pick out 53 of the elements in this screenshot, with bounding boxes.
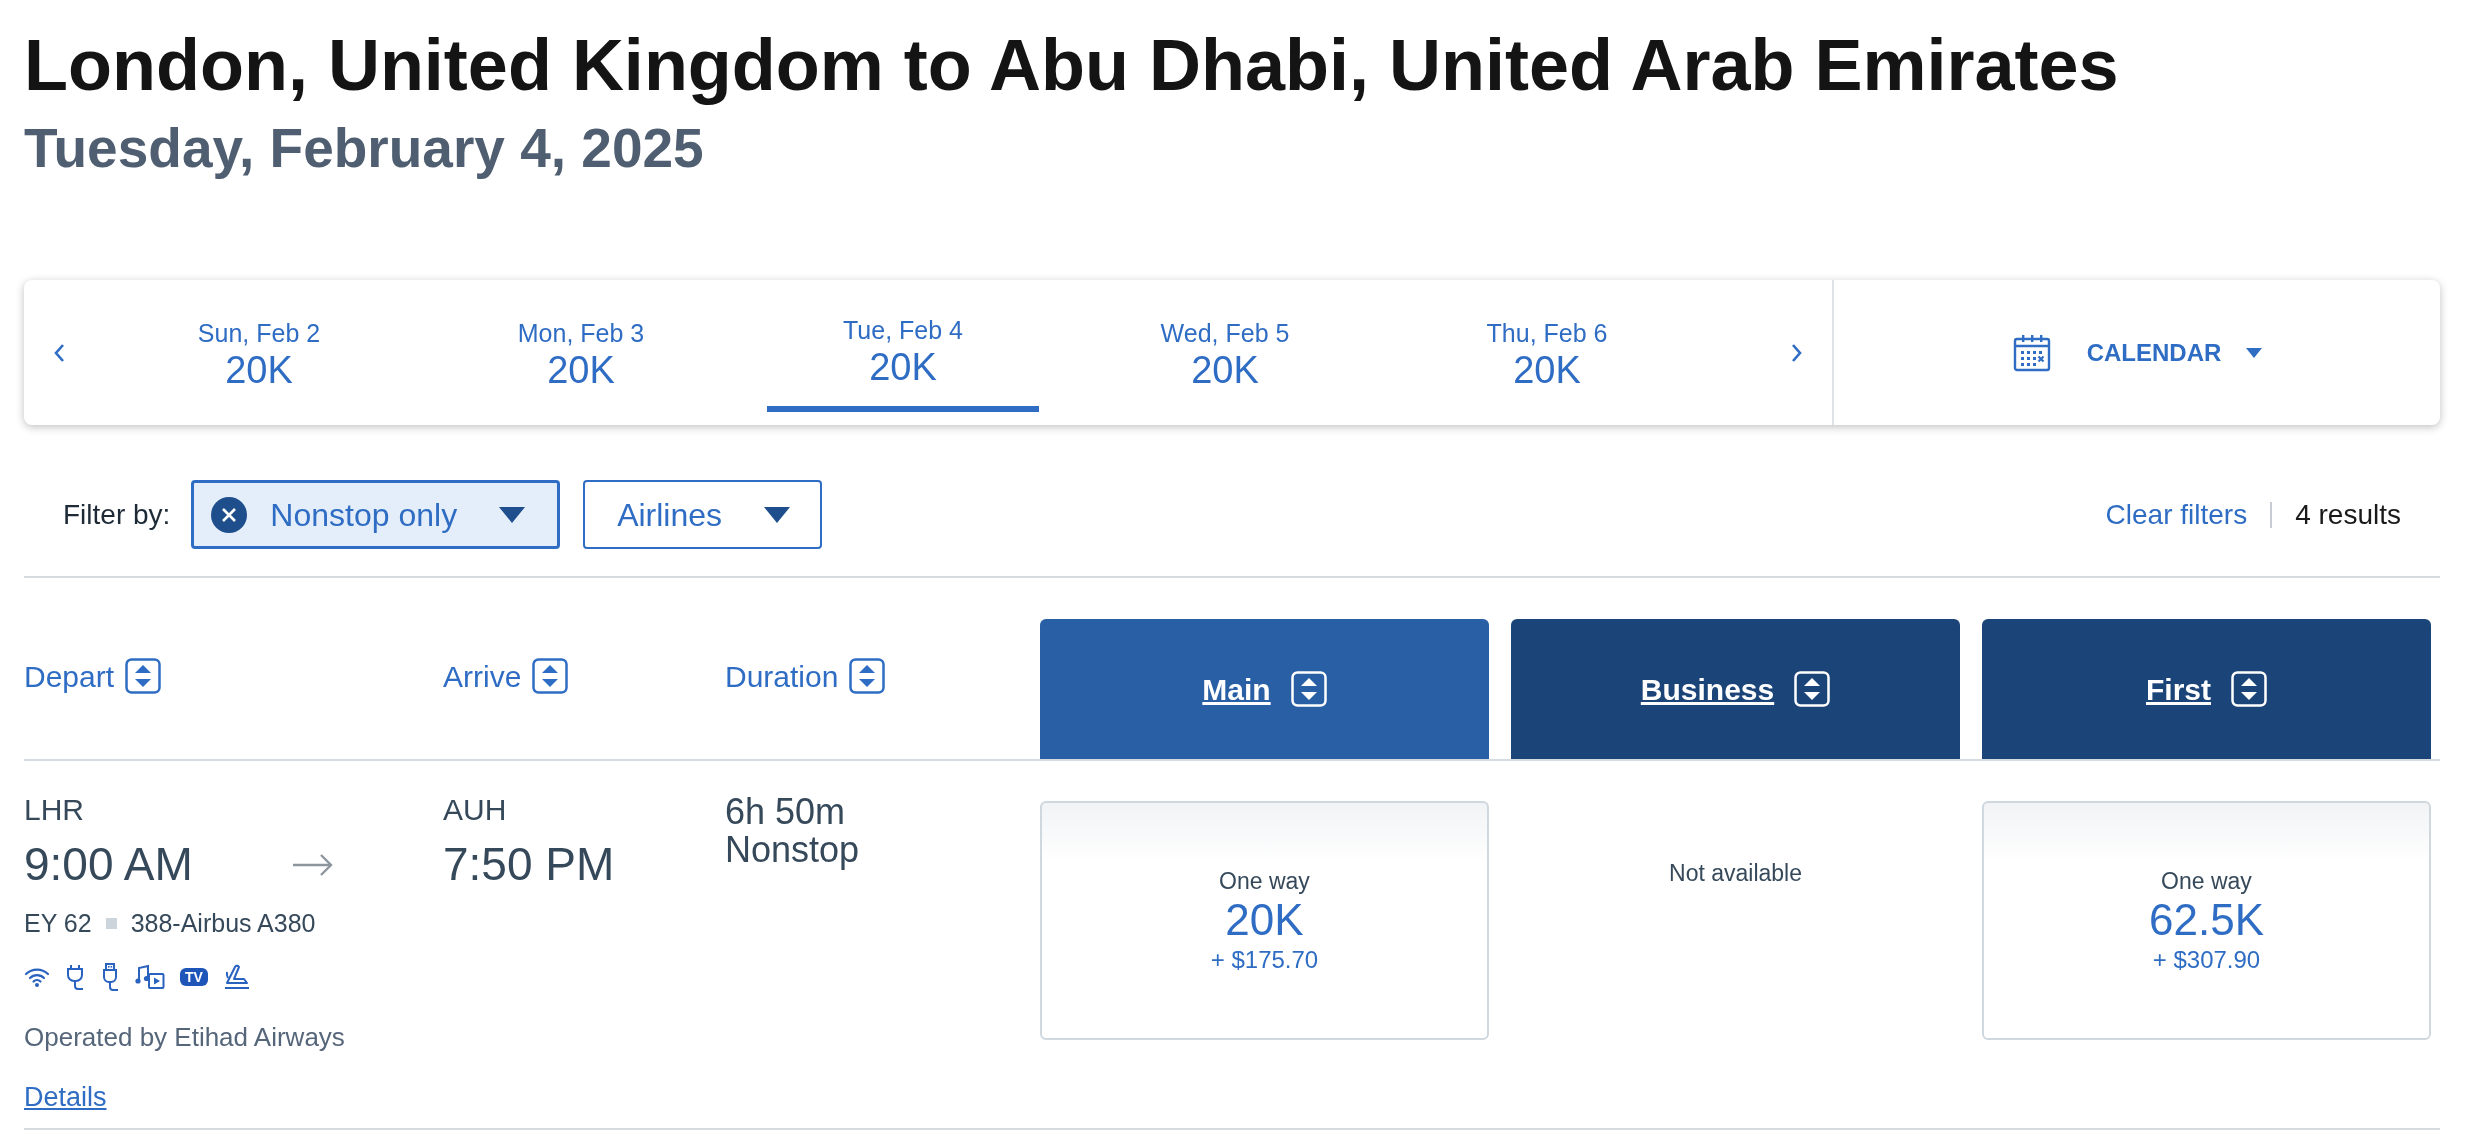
cabin-sort-button[interactable]: Main — [1202, 666, 1327, 712]
usb-plug-icon — [100, 963, 120, 991]
sort-icon — [1794, 671, 1831, 707]
clear-icon — [211, 496, 248, 533]
clear-filters-link[interactable]: Clear filters — [2105, 493, 2248, 536]
stops-text: Nonstop — [725, 831, 861, 869]
sort-icon — [125, 658, 162, 694]
sort-column-button[interactable]: Arrive — [443, 653, 569, 699]
operator-text: Operated by Etihad Airways — [24, 1022, 346, 1053]
chevron-right-icon — [1791, 342, 1803, 363]
fare-button[interactable]: One way 20K + $175.70 — [1040, 801, 1489, 1040]
sort-icon — [2231, 671, 2267, 707]
departure-airport: LHR — [24, 792, 85, 828]
sort-column-button[interactable]: Duration — [725, 653, 886, 699]
duration-text: 6h 50m — [725, 793, 847, 831]
date-tab[interactable]: Tue, Feb 4 20K — [767, 280, 1039, 412]
arrow-right-icon — [292, 852, 334, 877]
date-tab[interactable]: Wed, Feb 5 20K — [1089, 280, 1361, 412]
wifi-icon — [24, 966, 50, 988]
sort-icon — [849, 658, 886, 694]
arrival-time: 7:50 PM — [443, 837, 616, 892]
power-plug-icon — [65, 964, 85, 990]
route-title: London, United Kingdom to Abu Dhabi, United Arab Emirates — [24, 24, 2120, 107]
date-tab[interactable]: Mon, Feb 3 20K — [445, 280, 717, 412]
filter-dropdown[interactable]: Nonstop only — [191, 480, 561, 549]
calendar-button[interactable]: CALENDAR — [2011, 332, 2263, 373]
calendar-icon — [2011, 332, 2052, 373]
results-count: 4 results — [2295, 497, 2401, 532]
date-tab[interactable]: Thu, Feb 6 20K — [1411, 280, 1683, 412]
not-available-text: Not available — [1669, 859, 1802, 887]
aircraft-type: 388-Airbus A380 — [130, 908, 316, 938]
sort-icon — [532, 658, 569, 694]
details-link[interactable]: Details — [24, 1081, 107, 1113]
cabin-sort-button[interactable]: Business — [1640, 666, 1831, 712]
seat-icon — [222, 964, 251, 990]
sort-column-button[interactable]: Depart — [24, 653, 162, 699]
travel-date: Tuesday, February 4, 2025 — [24, 117, 705, 179]
filter-label: Filter by: — [63, 497, 171, 532]
caret-icon — [499, 506, 526, 523]
caret-icon — [2246, 347, 2263, 358]
music-video-icon — [135, 964, 165, 990]
cabin-sort-button[interactable]: First — [2146, 666, 2267, 712]
filter-dropdown[interactable]: Airlines — [583, 480, 823, 549]
tv-badge: TV — [180, 968, 208, 986]
date-tab[interactable]: Sun, Feb 2 20K — [123, 280, 395, 412]
square-separator-icon — [105, 917, 117, 929]
caret-icon — [764, 506, 791, 523]
sort-icon — [1290, 671, 1327, 707]
chevron-left-icon — [53, 342, 65, 363]
departure-time: 9:00 AM — [24, 837, 194, 892]
fare-button[interactable]: One way 62.5K + $307.90 — [1982, 801, 2431, 1040]
arrival-airport: AUH — [443, 792, 508, 828]
flight-number: EY 62 — [24, 908, 92, 938]
